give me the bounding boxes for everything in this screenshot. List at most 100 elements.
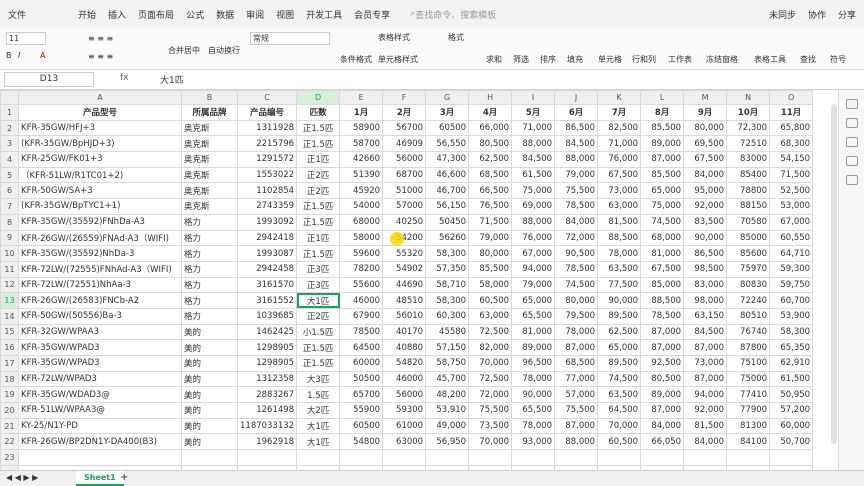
table-cell[interactable]: 53,910 [425, 402, 470, 419]
header-cell[interactable]: 产品型号 [18, 104, 182, 121]
sidebar-icon-1[interactable] [845, 99, 858, 109]
italic-button[interactable]: I [18, 51, 20, 60]
table-cell[interactable]: 98,000 [683, 292, 728, 309]
table-cell[interactable]: (KFR-35GW/BpHJD+3) [18, 135, 182, 153]
table-cell[interactable]: 88,000 [554, 433, 599, 451]
table-cell[interactable]: 72,300 [726, 119, 771, 137]
table-tools-button[interactable]: 表格工具 [754, 54, 786, 65]
table-cell[interactable]: 40250 [382, 213, 427, 231]
table-cell[interactable]: 98,500 [683, 260, 728, 278]
table-cell[interactable]: 75100 [726, 355, 771, 372]
table-cell[interactable]: KFR-26GW/(26559)FNAd-A3（WIFI) [18, 229, 182, 247]
header-cell[interactable]: 匹数 [296, 104, 341, 121]
header-cell[interactable]: 7月 [597, 104, 642, 121]
column-header[interactable]: E [339, 90, 384, 105]
table-cell[interactable]: 70,000 [468, 355, 513, 372]
table-cell[interactable]: 77410 [726, 386, 771, 404]
table-cell[interactable]: 84,500 [511, 151, 556, 168]
table-cell[interactable]: 49,000 [425, 417, 470, 435]
table-cell[interactable]: 71,000 [597, 135, 642, 153]
menu-file[interactable]: 文件 [8, 8, 26, 21]
table-cell[interactable]: 78200 [339, 260, 384, 278]
table-cell[interactable]: KFR-35GW/WPAD3 [18, 355, 182, 372]
table-cell[interactable]: 63,500 [597, 260, 642, 278]
table-cell[interactable]: 57,000 [554, 386, 599, 404]
table-cell[interactable]: 72,000 [468, 386, 513, 404]
table-cell[interactable]: 60,500 [468, 292, 513, 309]
row-header[interactable]: 11 [0, 260, 19, 278]
sort-button[interactable]: 排序 [540, 54, 556, 65]
table-cell[interactable]: 84,000 [683, 166, 728, 184]
table-cell[interactable]: 1553022 [236, 166, 298, 184]
table-cell[interactable]: 80,000 [554, 292, 599, 309]
table-cell[interactable]: 76,000 [597, 151, 642, 168]
table-cell[interactable]: 55900 [339, 402, 384, 419]
fill-button[interactable]: 填充 [567, 54, 583, 65]
table-cell[interactable] [236, 449, 298, 466]
table-cell[interactable]: 56,150 [425, 198, 470, 215]
row-header[interactable]: 22 [0, 433, 19, 451]
table-cell[interactable]: 72,500 [468, 370, 513, 388]
column-header[interactable]: M [683, 90, 728, 105]
header-cell[interactable]: 9月 [683, 104, 728, 121]
filter-button[interactable]: 筛选 [513, 54, 529, 65]
table-cell[interactable]: 72,000 [554, 229, 599, 247]
table-cell[interactable]: 57,200 [769, 402, 814, 419]
table-cell[interactable]: 63000 [382, 433, 427, 451]
table-cell[interactable]: 正1匹 [296, 151, 341, 168]
cell-button[interactable]: 单元格 [598, 54, 622, 65]
row-header[interactable]: 5 [0, 166, 19, 184]
table-cell[interactable]: 2743359 [236, 198, 298, 215]
bold-button[interactable]: B [6, 51, 12, 60]
table-cell[interactable]: 79,000 [468, 229, 513, 247]
table-cell[interactable]: 63,500 [597, 386, 642, 404]
row-header[interactable]: 1 [0, 104, 19, 121]
table-cell[interactable]: 83000 [726, 151, 771, 168]
table-cell[interactable]: 奥克斯 [181, 166, 238, 184]
tab-page-layout[interactable]: 页面布局 [138, 8, 174, 21]
table-cell[interactable]: 46,600 [425, 166, 470, 184]
table-cell[interactable]: 54820 [382, 355, 427, 372]
table-cell[interactable]: 3161552 [236, 292, 298, 309]
table-cell[interactable]: 92,000 [683, 402, 728, 419]
table-cell[interactable]: 87,000 [683, 339, 728, 356]
table-cell[interactable]: 89,000 [640, 386, 685, 404]
table-cell[interactable]: 58000 [339, 229, 384, 247]
table-cell[interactable] [382, 449, 427, 466]
table-cell[interactable]: KFR-35GW/HFJ+3 [18, 119, 182, 137]
table-cell[interactable]: 87,000 [640, 402, 685, 419]
table-cell[interactable]: 74,500 [597, 370, 642, 388]
table-cell[interactable]: 66,050 [640, 433, 685, 451]
table-cell[interactable]: 88,000 [511, 135, 556, 153]
table-cell[interactable]: 88,500 [640, 292, 685, 309]
column-header[interactable]: K [597, 90, 642, 105]
header-cell[interactable]: 11月 [769, 104, 814, 121]
table-cell[interactable]: 64,710 [769, 245, 814, 262]
table-cell[interactable]: 78,500 [554, 260, 599, 278]
table-cell[interactable]: 正1.5匹 [296, 213, 341, 231]
add-sheet-button[interactable]: + [120, 472, 128, 483]
column-header[interactable]: I [511, 90, 556, 105]
tab-formulas[interactable]: 公式 [186, 8, 204, 21]
share-button[interactable]: 分享 [838, 8, 856, 21]
sidebar-icon-5[interactable] [845, 175, 858, 185]
table-cell[interactable]: 85000 [726, 229, 771, 247]
table-cell[interactable]: 56000 [382, 151, 427, 168]
table-cell[interactable]: 78,000 [511, 417, 556, 435]
header-cell[interactable]: 6月 [554, 104, 599, 121]
vertical-scrollbar[interactable] [831, 104, 837, 444]
table-cell[interactable]: 64,500 [597, 402, 642, 419]
table-cell[interactable]: 84,000 [640, 417, 685, 435]
table-cell[interactable]: 94,000 [511, 260, 556, 278]
row-header[interactable]: 9 [0, 229, 19, 247]
table-cell[interactable]: 67,500 [597, 166, 642, 184]
table-cell[interactable] [296, 449, 341, 466]
freeze-button[interactable]: 冻结窗格 [706, 54, 738, 65]
table-cell[interactable]: 80830 [726, 276, 771, 294]
table-cell[interactable]: 87,000 [640, 323, 685, 341]
table-cell[interactable]: 47,300 [425, 151, 470, 168]
table-cell[interactable] [554, 449, 599, 466]
table-cell[interactable]: 80,500 [640, 370, 685, 388]
row-header[interactable]: 19 [0, 386, 19, 404]
table-cell[interactable]: 50,950 [769, 386, 814, 404]
